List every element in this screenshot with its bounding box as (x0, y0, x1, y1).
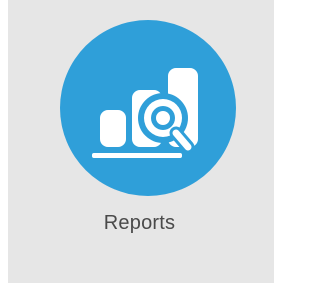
reports-label: Reports (103, 212, 176, 234)
reports-icon-circle (60, 20, 236, 196)
reports-chart-magnifier-icon (92, 68, 198, 158)
reports-tile[interactable] (8, 0, 274, 283)
